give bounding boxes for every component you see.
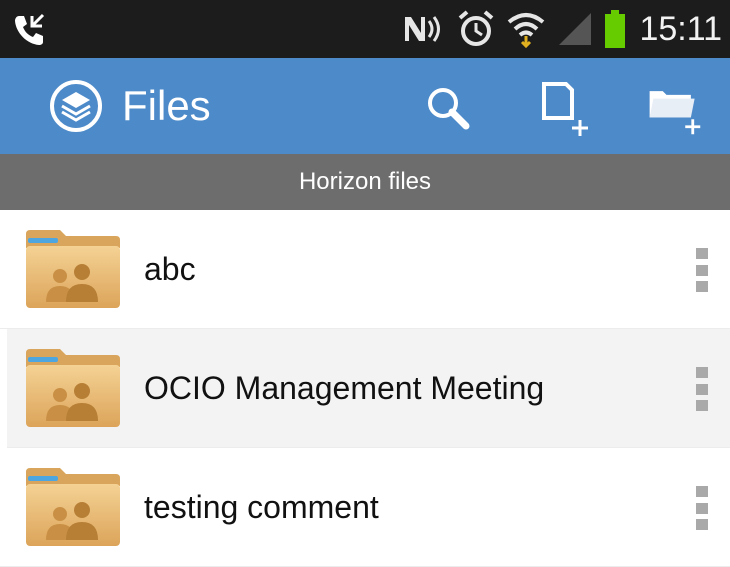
list-item[interactable]: abc	[0, 210, 730, 329]
more-vertical-icon	[696, 248, 708, 259]
overflow-menu-button[interactable]	[694, 367, 710, 411]
more-dot	[696, 519, 708, 530]
list-item[interactable]: OCIO Management Meeting	[7, 329, 730, 448]
section-header: Horizon files	[0, 154, 730, 210]
file-name: testing comment	[144, 488, 379, 525]
app-bar: Files	[0, 58, 730, 154]
status-bar: 15:11	[0, 0, 730, 58]
more-vertical-icon	[696, 367, 708, 378]
shared-folder-icon	[26, 349, 120, 427]
more-dot	[696, 264, 708, 276]
file-name: abc	[144, 250, 196, 287]
file-name: OCIO Management Meeting	[144, 369, 545, 406]
wifi-icon	[508, 13, 545, 48]
battery-icon	[605, 10, 626, 48]
new-file-button[interactable]	[532, 78, 592, 138]
overflow-menu-button[interactable]	[694, 248, 710, 292]
more-dot	[696, 383, 708, 395]
search-icon	[428, 88, 470, 130]
more-dot	[696, 502, 708, 514]
new-folder-button[interactable]	[644, 78, 704, 138]
phone-call-icon	[15, 13, 45, 45]
section-title: Horizon files	[298, 168, 432, 195]
nfc-icon	[405, 16, 441, 42]
clock: 15:11	[639, 9, 722, 48]
file-list: abc OCIO Management Meeting testing comm…	[0, 210, 730, 567]
search-button[interactable]	[418, 78, 478, 138]
alarm-icon	[459, 10, 494, 46]
shared-folder-icon	[26, 230, 120, 308]
more-dot	[696, 400, 708, 411]
more-vertical-icon	[696, 486, 708, 497]
signal-icon	[559, 13, 592, 45]
overflow-menu-button[interactable]	[694, 486, 710, 530]
horizon-layers-icon	[50, 80, 102, 132]
shared-folder-icon	[26, 468, 120, 546]
app-title: Files	[122, 82, 211, 129]
list-item[interactable]: testing comment	[0, 448, 730, 567]
new-file-icon	[542, 82, 588, 136]
new-folder-icon	[649, 91, 701, 135]
more-dot	[696, 281, 708, 292]
